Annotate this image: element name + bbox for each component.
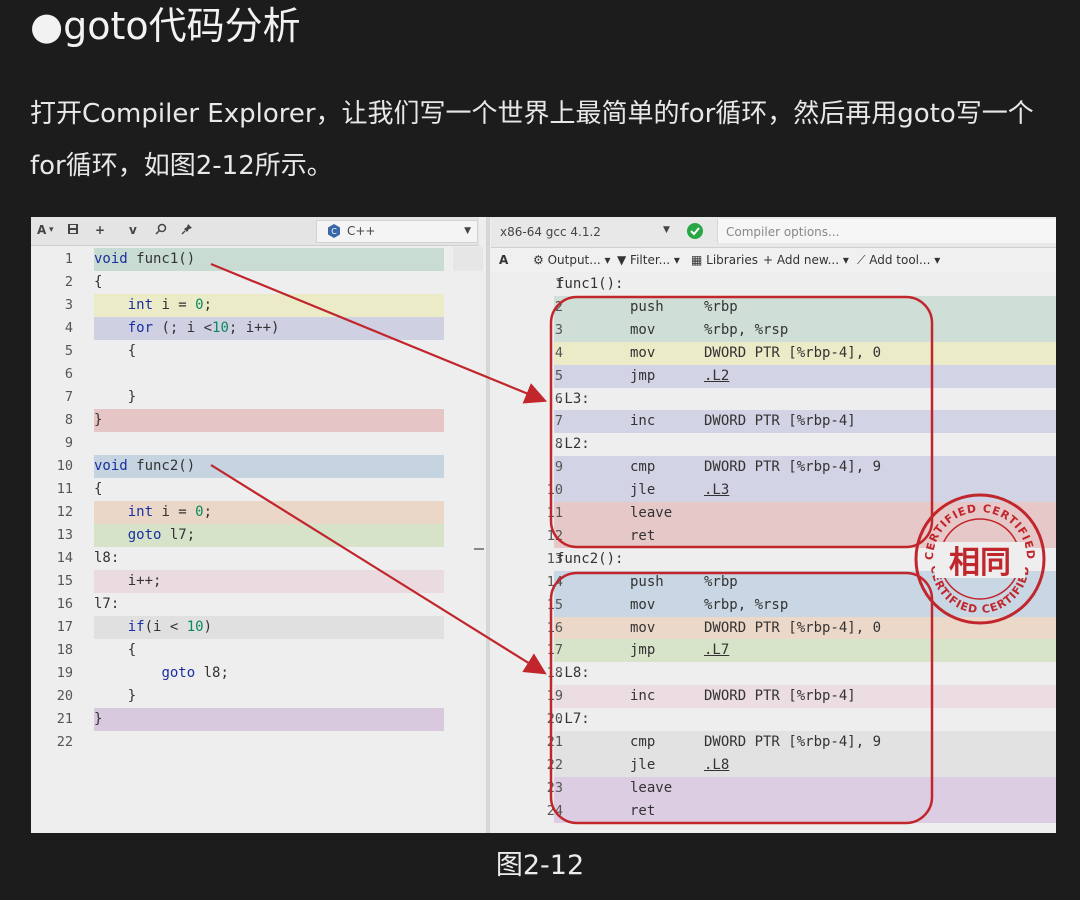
func1-arrow (210, 262, 548, 404)
func1-highlight-box (549, 295, 934, 549)
func2-arrow (210, 464, 547, 675)
annotation-overlay (210, 262, 934, 825)
certified-stamp: CERTIFIED CERTIFIED CERTIFIED CERTIFIED … (911, 490, 1049, 628)
stamp-text: 相同 (949, 545, 1011, 581)
figure-compiler-explorer: A ▾ + v C C++ ▼ 1 void func1() 2{3 int i =… (31, 217, 1056, 833)
section-heading: ●goto代码分析 (30, 4, 301, 48)
func2-highlight-box (549, 571, 934, 825)
figure-caption: 图2-12 (495, 850, 585, 881)
intro-paragraph: 打开Compiler Explorer，让我们写一个世界上最简单的for循环，然… (30, 99, 1034, 181)
